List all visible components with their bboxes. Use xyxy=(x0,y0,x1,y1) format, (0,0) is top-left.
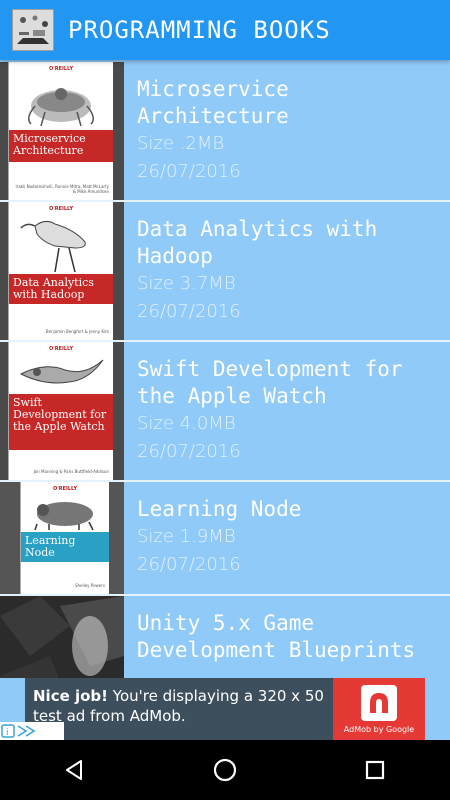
list-item[interactable]: O'REILLY Microservice Architecture Irakl… xyxy=(0,62,450,202)
ad-banner[interactable]: Nice job! You're displaying a 320 x 50 t… xyxy=(25,678,425,740)
home-button[interactable] xyxy=(195,740,255,800)
book-size: Size 4.0MB xyxy=(137,413,236,434)
book-date: 26/07/2016 xyxy=(137,554,241,575)
cover-title: Learning Node xyxy=(21,532,109,562)
cover-title: Data Analytics with Hadoop xyxy=(9,274,113,304)
book-date: 26/07/2016 xyxy=(137,301,241,322)
app-logo-icon xyxy=(12,9,54,51)
ad-brand: AdMob by Google xyxy=(343,724,415,734)
admob-logo-icon xyxy=(361,684,397,721)
book-cover xyxy=(0,596,124,678)
cover-title: Swift Development for the Apple Watch xyxy=(9,394,113,450)
cover-title: Microservice Architecture xyxy=(9,130,113,162)
ad-headline: Nice job! xyxy=(33,687,109,705)
list-item[interactable]: O'REILLY Learning Node Shelley Powers Le… xyxy=(0,482,450,596)
book-size: Size .2MB xyxy=(137,133,225,154)
svg-text:i: i xyxy=(6,728,9,738)
book-list[interactable]: O'REILLY Microservice Architecture Irakl… xyxy=(0,62,450,678)
recents-square-icon xyxy=(365,760,385,780)
system-nav-bar xyxy=(0,740,450,800)
recents-button[interactable] xyxy=(345,740,405,800)
list-item[interactable]: O'REILLY Swift Development for the Apple… xyxy=(0,342,450,482)
app-bar: PROGRAMMING BOOKS xyxy=(0,0,450,60)
book-cover: O'REILLY Microservice Architecture Irakl… xyxy=(0,62,124,200)
book-size: Size 3.7MB xyxy=(137,273,236,294)
list-item[interactable]: Unity 5.x Game Development Blueprints xyxy=(0,596,450,678)
book-cover: O'REILLY Data Analytics with Hadoop Benj… xyxy=(0,202,124,340)
back-triangle-icon xyxy=(66,760,82,780)
back-button[interactable] xyxy=(45,740,105,800)
adchoices-icon[interactable]: i xyxy=(0,722,64,740)
book-size: Size 1.9MB xyxy=(137,526,236,547)
book-title: Data Analytics with Hadoop xyxy=(137,217,378,268)
ad-text[interactable]: Nice job! You're displaying a 320 x 50 t… xyxy=(33,686,333,726)
book-date: 26/07/2016 xyxy=(137,161,241,182)
book-title: Swift Development for the Apple Watch xyxy=(137,357,403,408)
book-cover: O'REILLY Swift Development for the Apple… xyxy=(0,342,124,480)
book-title: Learning Node xyxy=(137,497,302,521)
ad-cta[interactable]: AdMob by Google xyxy=(333,678,425,740)
app-title: PROGRAMMING BOOKS xyxy=(68,16,331,44)
book-title: Unity 5.x Game Development Blueprints xyxy=(137,611,416,662)
list-item[interactable]: O'REILLY Data Analytics with Hadoop Benj… xyxy=(0,202,450,342)
book-title: Microservice Architecture xyxy=(137,77,289,128)
book-date: 26/07/2016 xyxy=(137,441,241,462)
home-circle-icon xyxy=(213,758,237,782)
book-cover: O'REILLY Learning Node Shelley Powers xyxy=(0,482,124,594)
